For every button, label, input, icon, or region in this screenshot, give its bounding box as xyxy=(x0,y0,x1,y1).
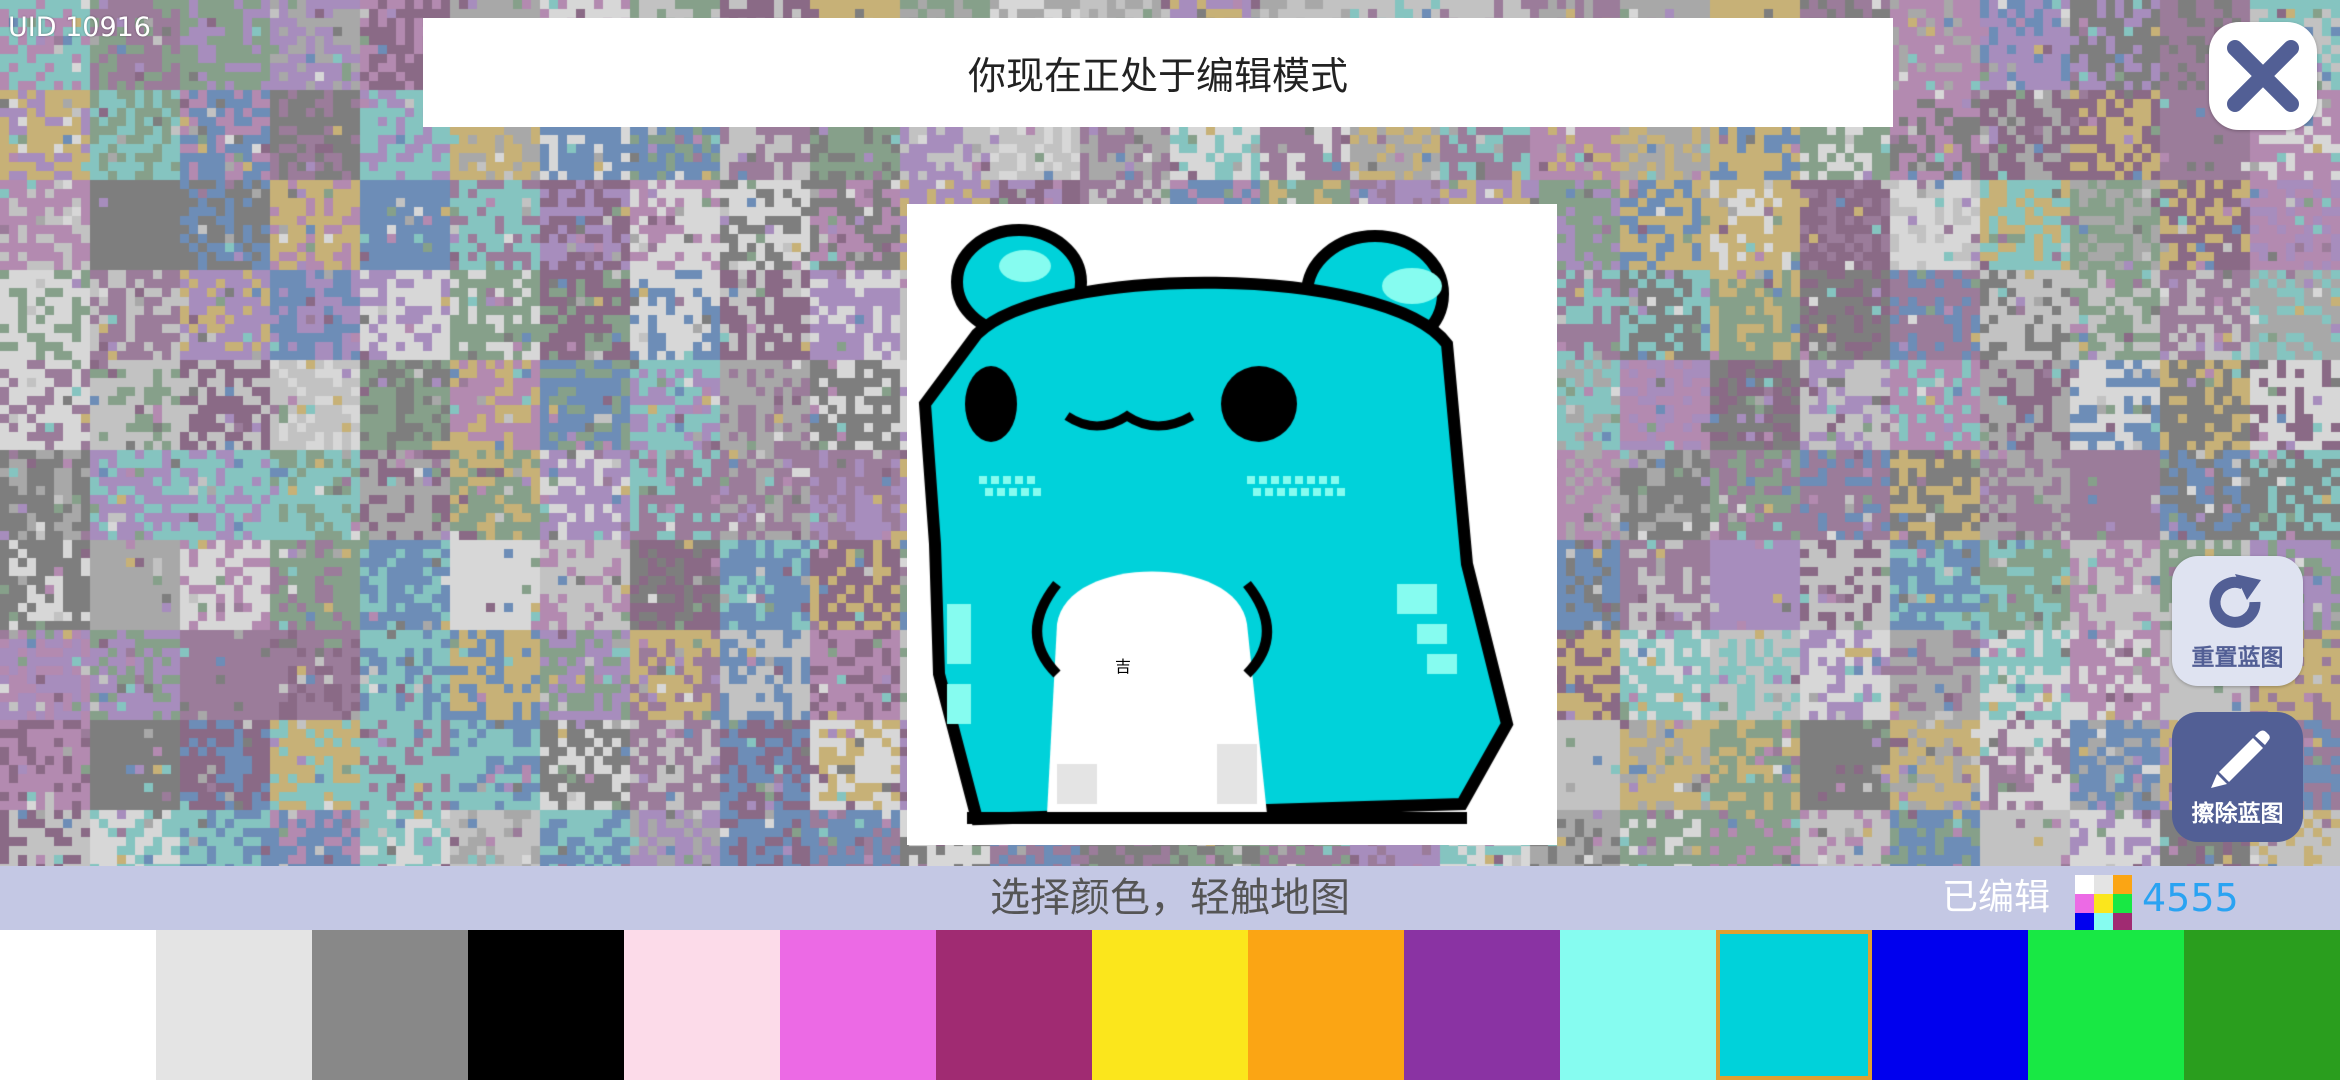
color-swatch[interactable] xyxy=(1560,930,1716,1080)
uid-label: UID 10916 xyxy=(8,12,151,43)
frog-pixel-art xyxy=(907,204,1557,845)
color-swatch[interactable] xyxy=(780,930,936,1080)
color-swatch[interactable] xyxy=(2028,930,2184,1080)
refresh-icon xyxy=(2209,574,2261,628)
palette-icon xyxy=(2075,875,2132,932)
color-swatch[interactable] xyxy=(1092,930,1248,1080)
close-button[interactable] xyxy=(2209,22,2317,130)
color-swatch[interactable] xyxy=(468,930,624,1080)
color-swatch[interactable] xyxy=(1248,930,1404,1080)
color-swatch[interactable] xyxy=(0,930,156,1080)
color-swatch[interactable] xyxy=(624,930,780,1080)
blueprint-preview xyxy=(907,204,1557,845)
edit-mode-banner: 你现在正处于编辑模式 xyxy=(423,18,1893,127)
erase-blueprint-label: 擦除蓝图 xyxy=(2191,801,2284,827)
color-swatch[interactable] xyxy=(1404,930,1560,1080)
erase-blueprint-button[interactable]: 擦除蓝图 xyxy=(2172,712,2303,842)
reset-blueprint-button[interactable]: 重置蓝图 xyxy=(2172,556,2303,686)
color-palette xyxy=(0,930,2340,1080)
color-swatch[interactable] xyxy=(1872,930,2028,1080)
color-swatch[interactable] xyxy=(156,930,312,1080)
pencil-icon xyxy=(2210,730,2270,788)
color-swatch[interactable] xyxy=(1716,930,1872,1080)
color-swatch[interactable] xyxy=(936,930,1092,1080)
edit-mode-text: 你现在正处于编辑模式 xyxy=(967,54,1348,98)
edited-label: 已编辑 xyxy=(1942,877,2051,918)
reset-blueprint-label: 重置蓝图 xyxy=(2191,645,2284,671)
color-swatch[interactable] xyxy=(312,930,468,1080)
edited-count: 4555 xyxy=(2142,876,2239,920)
lucky-glyph: 吉 xyxy=(1115,657,1132,676)
status-bar: 选择颜色，轻触地图 已编辑 4555 xyxy=(0,866,2340,932)
color-swatch[interactable] xyxy=(2184,930,2340,1080)
close-icon xyxy=(2227,40,2299,112)
